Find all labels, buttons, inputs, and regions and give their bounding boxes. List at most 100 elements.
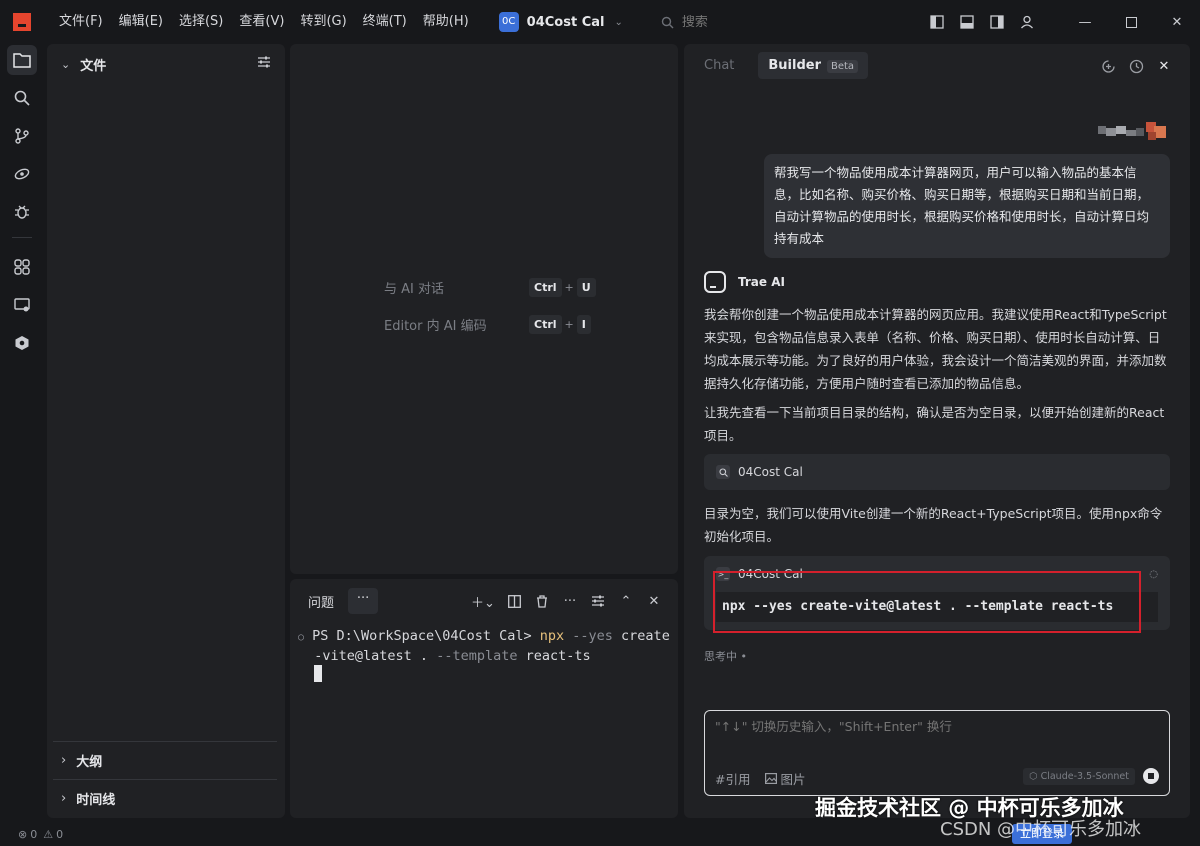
ai-message: 让我先查看一下当前项目目录的结构，确认是否为空目录，以便开始创建新的React项… [704, 405, 1165, 443]
kbd-key: Ctrl [529, 315, 562, 334]
warnings-icon[interactable]: ⚠ [43, 828, 53, 841]
debug-icon[interactable] [7, 197, 37, 227]
settings-sliders-icon[interactable] [257, 56, 271, 72]
title-bar: 文件(F) 编辑(E) 选择(S) 查看(V) 转到(G) 终端(T) 帮助(H… [0, 0, 1200, 44]
account-icon[interactable] [1012, 0, 1042, 44]
tab-builder[interactable]: Builder Beta [758, 52, 869, 79]
search-icon [716, 465, 730, 479]
hint-label: 与 AI 对话 [384, 282, 444, 297]
minimize-button[interactable]: — [1062, 0, 1108, 44]
maximize-button[interactable] [1108, 0, 1154, 44]
thinking-status: 思考中 • [704, 650, 747, 663]
explorer-header[interactable]: ⌄ 文件 [47, 44, 285, 84]
terminal-output[interactable]: ○ PS D:\WorkSpace\04Cost Cal> npx --yes … [290, 623, 678, 684]
terminal-header: 问题 ··· ＋⌄ ··· ⌃ ✕ [290, 579, 678, 623]
menu-file[interactable]: 文件(F) [51, 0, 111, 44]
split-terminal-icon[interactable] [500, 587, 528, 615]
toggle-sidebar-icon[interactable] [922, 0, 952, 44]
tool-label: 04Cost Cal [738, 465, 803, 479]
timeline-section[interactable]: › 时间线 [53, 779, 277, 817]
editor-area: 与 AI 对话 Ctrl + U Editor 内 AI 编码 Ctrl + I [290, 44, 678, 574]
kbd-key: Ctrl [529, 278, 562, 297]
chevron-right-icon: › [61, 791, 67, 806]
more-tabs-button[interactable]: ··· [348, 588, 379, 614]
model-selector[interactable]: ⬡ Claude-3.5-Sonnet [1023, 768, 1135, 785]
terminal-text: react-ts [517, 648, 591, 664]
reference-button[interactable]: #引用 [715, 769, 751, 788]
toggle-aux-panel-icon[interactable] [982, 0, 1012, 44]
search-box[interactable] [661, 14, 802, 30]
toggle-panel-icon[interactable] [952, 0, 982, 44]
terminal-text: create [612, 628, 670, 644]
ai-message: 我会帮你创建一个物品使用成本计算器的网页应用。我建议使用React和TypeSc… [704, 307, 1167, 391]
terminal-flag: --yes [564, 628, 613, 644]
remote-explorer-icon[interactable] [7, 290, 37, 320]
warnings-count: 0 [56, 827, 64, 841]
errors-count: 0 [30, 827, 38, 841]
outline-section[interactable]: › 大纲 [53, 741, 277, 779]
menu-help[interactable]: 帮助(H) [415, 0, 477, 44]
chevron-right-icon: › [61, 753, 67, 768]
project-name: 04Cost Cal [526, 14, 605, 30]
status-dot-icon: ○ [298, 632, 305, 643]
extensions-icon[interactable] [7, 252, 37, 282]
explorer-panel: ⌄ 文件 › 大纲 › 时间线 [47, 44, 285, 818]
close-window-button[interactable]: ✕ [1154, 0, 1200, 44]
terminal-panel: 问题 ··· ＋⌄ ··· ⌃ ✕ ○ PS D:\WorkSpace\04Co… [290, 579, 678, 818]
menu-terminal[interactable]: 终端(T) [355, 0, 415, 44]
menu-view[interactable]: 查看(V) [231, 0, 292, 44]
stop-button[interactable] [1143, 768, 1159, 784]
terminal-flag: --template [436, 648, 518, 664]
terminal-text: -vite@latest . [314, 648, 437, 664]
hint-label: Editor 内 AI 编码 [384, 319, 487, 334]
new-chat-icon[interactable] [1094, 56, 1122, 76]
timeline-label: 时间线 [76, 793, 116, 808]
divider [12, 237, 32, 238]
project-badge: 0C [498, 12, 519, 32]
menu-selection[interactable]: 选择(S) [171, 0, 231, 44]
highlight-annotation [713, 571, 1141, 633]
source-control-icon[interactable] [7, 121, 37, 151]
history-icon[interactable] [1122, 56, 1150, 76]
search-input[interactable] [681, 14, 802, 30]
ai-header: Trae AI [704, 271, 785, 293]
project-switcher[interactable]: 0C 04Cost Cal ⌄ [498, 12, 623, 32]
terminal-cmd: npx [539, 628, 565, 644]
remote-icon[interactable] [7, 159, 37, 189]
chevron-down-icon: ⌄ [614, 16, 623, 28]
chat-input[interactable] [715, 719, 1155, 734]
chevron-down-icon: ⌄ [61, 57, 71, 71]
close-icon[interactable]: ✕ [1150, 56, 1178, 76]
user-message: 帮我写一个物品使用成本计算器网页，用户可以输入物品的基本信息，比如名称、购买价格… [764, 154, 1170, 258]
kbd-key: U [576, 278, 596, 297]
outline-label: 大纲 [76, 755, 103, 770]
app-logo [13, 13, 31, 31]
menu-go[interactable]: 转到(G) [292, 0, 354, 44]
trash-icon[interactable] [528, 587, 556, 615]
terminal-cursor [314, 665, 323, 682]
package-icon[interactable] [7, 328, 37, 358]
menu-bar: 文件(F) 编辑(E) 选择(S) 查看(V) 转到(G) 终端(T) 帮助(H… [51, 0, 477, 44]
chevron-up-icon[interactable]: ⌃ [612, 587, 640, 615]
kbd-key: I [576, 315, 591, 334]
chat-input-box[interactable]: #引用 图片 ⬡ Claude-3.5-Sonnet [704, 710, 1170, 796]
shortcut-hint-chat: 与 AI 对话 Ctrl + U [384, 278, 596, 297]
menu-edit[interactable]: 编辑(E) [111, 0, 171, 44]
terminal-prompt: PS D:\WorkSpace\04Cost Cal> [312, 628, 540, 644]
avatar [1098, 120, 1170, 142]
loading-spinner-icon: ◌ [1149, 568, 1158, 580]
errors-icon[interactable]: ⊗ [18, 828, 27, 841]
tab-chat[interactable]: Chat [694, 52, 744, 79]
search-icon[interactable] [7, 83, 37, 113]
image-label: 图片 [780, 772, 806, 787]
ai-message: 目录为空，我们可以使用Vite创建一个新的React+TypeScript项目。… [704, 506, 1163, 544]
more-icon[interactable]: ··· [556, 587, 584, 615]
image-button[interactable]: 图片 [764, 769, 806, 788]
tab-problems[interactable]: 问题 [308, 592, 334, 611]
add-terminal-icon[interactable]: ＋⌄ [466, 587, 500, 615]
close-icon[interactable]: ✕ [640, 587, 668, 615]
tool-call-card[interactable]: 04Cost Cal [704, 454, 1170, 490]
explorer-icon[interactable] [7, 45, 37, 75]
settings-sliders-icon[interactable] [584, 587, 612, 615]
shortcut-hint-inline: Editor 内 AI 编码 Ctrl + I [384, 315, 591, 334]
